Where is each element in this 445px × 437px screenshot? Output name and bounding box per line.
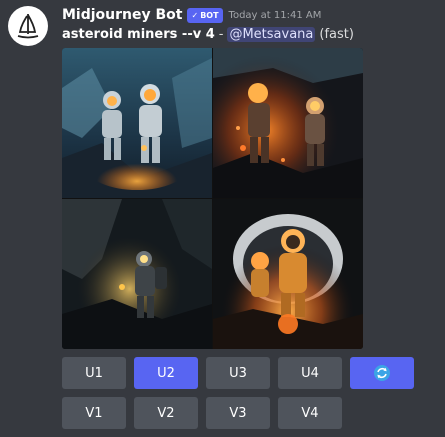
image-3[interactable]	[62, 199, 212, 349]
midjourney-logo-icon	[17, 14, 39, 39]
message-header: Midjourney Bot ✓ BOT Today at 11:41 AM	[62, 5, 321, 25]
bot-tag: ✓ BOT	[187, 7, 223, 23]
refresh-icon	[374, 365, 390, 381]
prompt-text: asteroid miners --v 4	[62, 27, 215, 42]
message-content: asteroid miners --v 4 - @Metsavana (fast…	[62, 27, 354, 42]
timestamp: Today at 11:41 AM	[228, 9, 322, 21]
reroll-button[interactable]	[350, 357, 414, 389]
upscale-button-4[interactable]: U4	[278, 357, 342, 389]
variation-button-row: V1 V2 V3 V4	[62, 397, 342, 429]
author-name[interactable]: Midjourney Bot	[62, 7, 182, 23]
upscale-button-3[interactable]: U3	[206, 357, 270, 389]
message: Midjourney Bot ✓ BOT Today at 11:41 AM a…	[0, 0, 445, 437]
image-grid[interactable]	[62, 48, 363, 349]
image-2[interactable]	[213, 48, 363, 198]
variation-button-4[interactable]: V4	[278, 397, 342, 429]
verified-check-icon: ✓	[191, 10, 199, 20]
image-4[interactable]	[213, 199, 363, 349]
upscale-button-row: U1 U2 U3 U4	[62, 357, 414, 389]
user-mention[interactable]: @Metsavana	[227, 27, 316, 42]
upscale-button-2[interactable]: U2	[134, 357, 198, 389]
separator: -	[218, 27, 224, 42]
variation-button-2[interactable]: V2	[134, 397, 198, 429]
avatar[interactable]	[8, 6, 48, 46]
variation-button-3[interactable]: V3	[206, 397, 270, 429]
image-1[interactable]	[62, 48, 212, 198]
upscale-button-1[interactable]: U1	[62, 357, 126, 389]
mode-label: (fast)	[319, 27, 354, 42]
bot-tag-label: BOT	[200, 10, 219, 20]
variation-button-1[interactable]: V1	[62, 397, 126, 429]
